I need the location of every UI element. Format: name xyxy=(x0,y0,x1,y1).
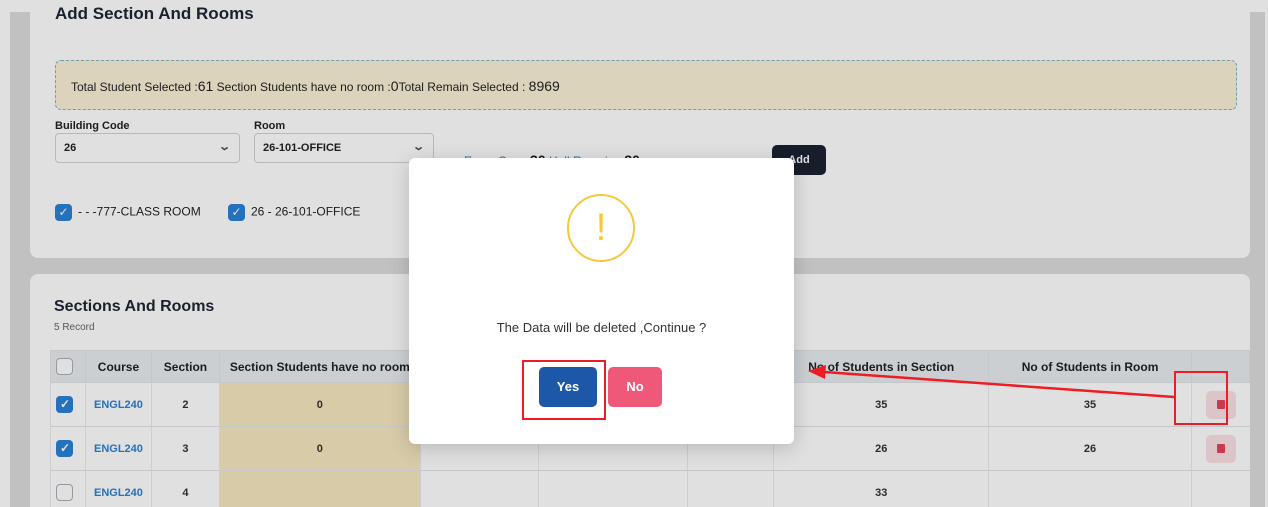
annotation-arrow xyxy=(808,365,1175,399)
